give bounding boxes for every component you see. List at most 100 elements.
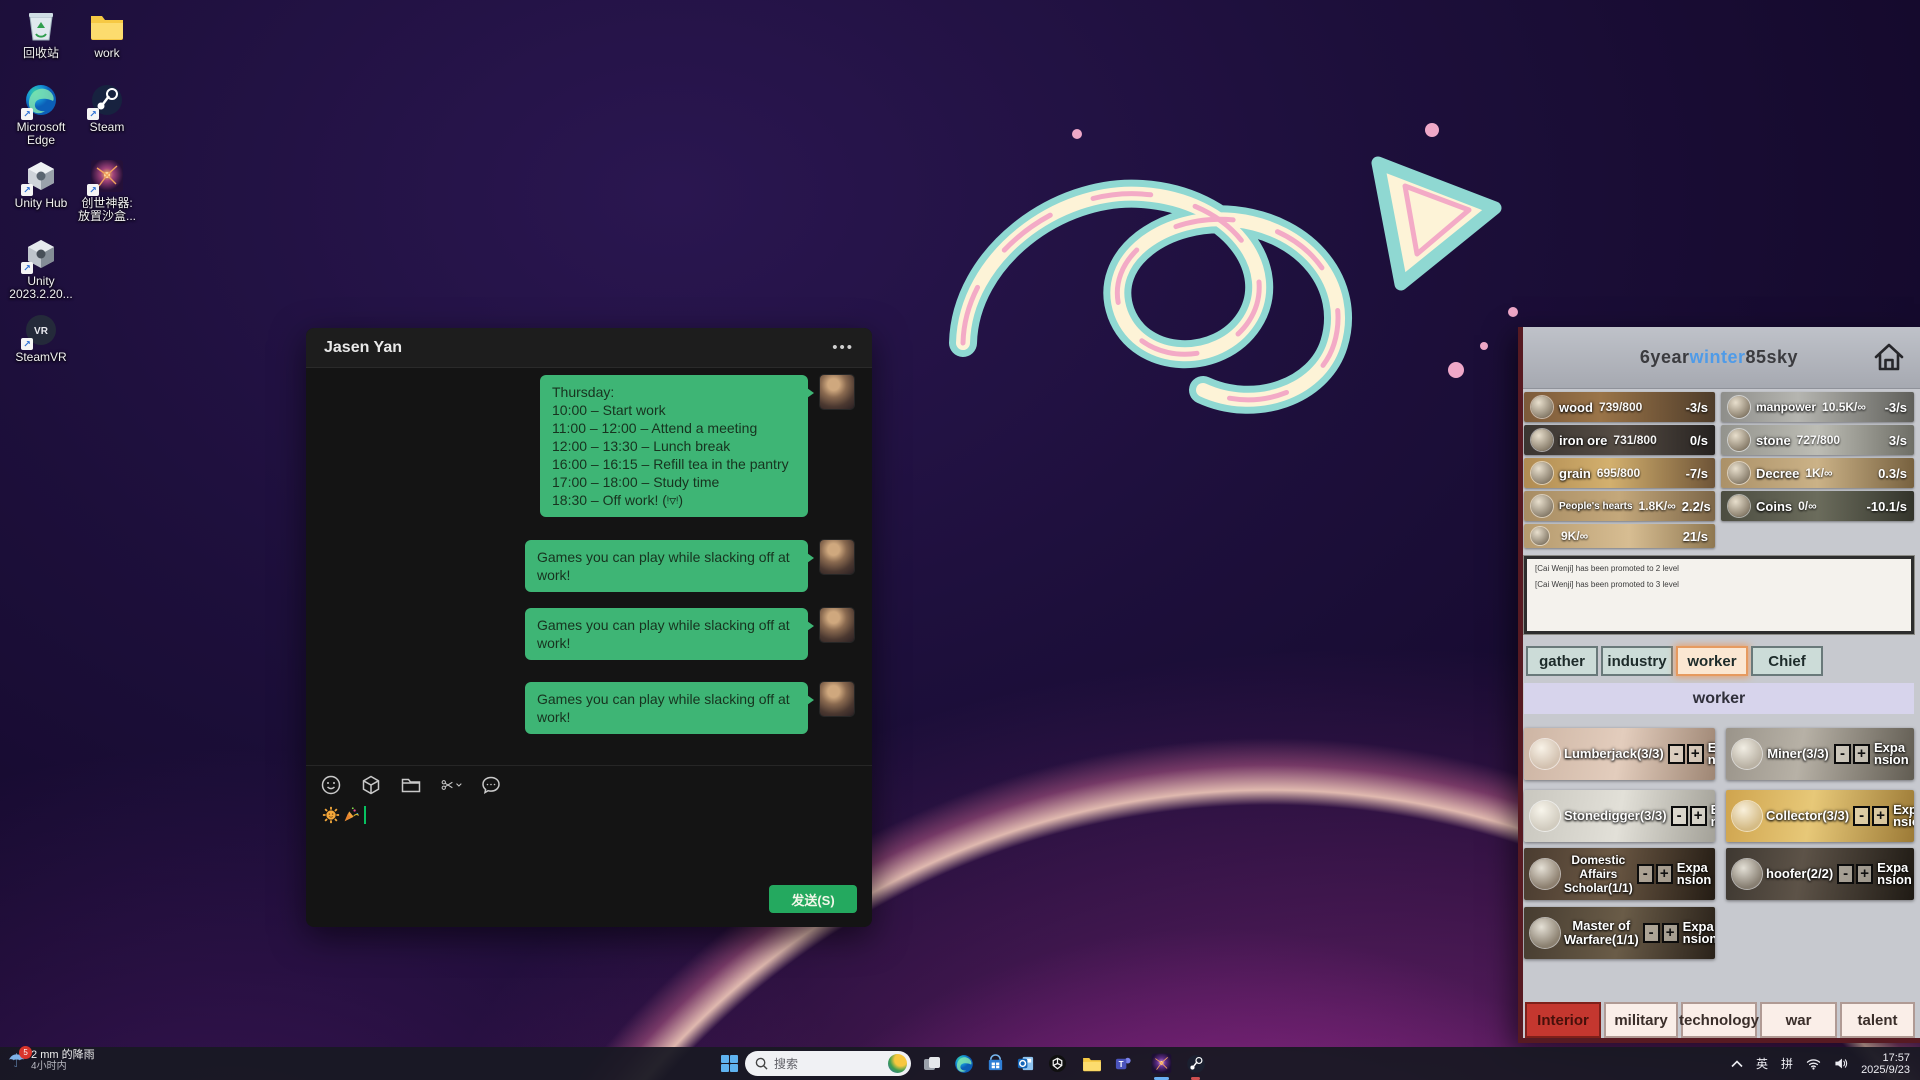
- chevron-up-icon[interactable]: [1731, 1060, 1743, 1068]
- tab-talent[interactable]: talent: [1840, 1002, 1915, 1038]
- desktop-icon-edge[interactable]: ↗ Microsoft Edge: [8, 82, 74, 147]
- search-box[interactable]: [745, 1051, 911, 1076]
- wifi-icon[interactable]: [1806, 1058, 1821, 1070]
- desktop-icon-recycle-bin[interactable]: 回收站: [8, 8, 74, 60]
- decrease-button[interactable]: -: [1668, 744, 1685, 764]
- store-icon[interactable]: [982, 1050, 1009, 1077]
- tab-industry[interactable]: industry: [1601, 646, 1673, 676]
- worker-name: hoofer(2/2): [1766, 867, 1833, 881]
- language-indicator-en[interactable]: 英: [1756, 1055, 1768, 1072]
- folder-icon[interactable]: [400, 774, 422, 796]
- file-explorer-icon[interactable]: [1078, 1050, 1105, 1077]
- resource-name: iron ore: [1559, 433, 1607, 448]
- tab-chief[interactable]: Chief: [1751, 646, 1823, 676]
- desktop-icon-steamvr[interactable]: VR ↗ SteamVR: [8, 312, 74, 364]
- increase-button[interactable]: +: [1690, 806, 1707, 826]
- desktop-icon-genesis-game[interactable]: ↗ 创世神器: 放置沙盒...: [74, 158, 140, 223]
- worker-card-domestic-affairs-scholar[interactable]: Domestic Affairs Scholar(1/1) - + Expans…: [1524, 848, 1715, 900]
- increase-button[interactable]: +: [1662, 923, 1679, 943]
- start-icon[interactable]: [716, 1050, 743, 1077]
- resource-wood: wood 739/800 -3/s: [1524, 392, 1715, 422]
- tab-interior[interactable]: Interior: [1525, 1002, 1601, 1038]
- worker-card-master-of-warfare[interactable]: Master of Warfare(1/1) - + Expansion: [1524, 907, 1715, 959]
- worker-card-collector[interactable]: Collector(3/3) - + Expansion: [1726, 790, 1914, 842]
- message-line: Games you can play while slacking off at…: [537, 616, 796, 652]
- avatar[interactable]: [820, 540, 854, 574]
- decrease-button[interactable]: -: [1853, 806, 1870, 826]
- tab-worker[interactable]: worker: [1676, 646, 1748, 676]
- desktop-icon-label: Unity 2023.2.20...: [8, 275, 74, 301]
- outlook-icon[interactable]: [1012, 1050, 1039, 1077]
- increase-button[interactable]: +: [1656, 864, 1673, 884]
- resource-name: grain: [1559, 466, 1591, 481]
- edge-icon[interactable]: [950, 1050, 977, 1077]
- svg-text:T: T: [1119, 1060, 1124, 1069]
- resource-icon: [1531, 527, 1549, 545]
- desktop-icon-unity-hub[interactable]: ↗ Unity Hub: [8, 158, 74, 210]
- resource-name: wood: [1559, 400, 1593, 415]
- decrease-button[interactable]: -: [1834, 744, 1851, 764]
- resource-value: 1.8K/∞: [1639, 499, 1676, 513]
- steam-icon[interactable]: [1182, 1050, 1209, 1077]
- increase-button[interactable]: +: [1687, 744, 1704, 764]
- avatar[interactable]: [820, 682, 854, 716]
- weather-widget[interactable]: ☂5 2 mm 的降雨 4小时内: [8, 1049, 95, 1073]
- avatar[interactable]: [820, 375, 854, 409]
- decrease-button[interactable]: -: [1637, 864, 1654, 884]
- decrease-button[interactable]: -: [1671, 806, 1688, 826]
- emoji-icon[interactable]: [320, 774, 342, 796]
- resource-decree: Decree 1K/∞ 0.3/s: [1721, 458, 1914, 488]
- chatgpt-icon[interactable]: [1044, 1050, 1071, 1077]
- expansion-button[interactable]: Expansion: [1677, 862, 1713, 886]
- game-icon[interactable]: [1148, 1050, 1175, 1077]
- worker-card-hoofer[interactable]: hoofer(2/2) - + Expansion: [1726, 848, 1914, 900]
- message-input[interactable]: 🌞🎉: [322, 806, 366, 824]
- decrease-button[interactable]: -: [1643, 923, 1660, 943]
- screenshot-icon[interactable]: [440, 774, 462, 796]
- increase-button[interactable]: +: [1856, 864, 1873, 884]
- resource-value: 695/800: [1597, 466, 1640, 480]
- game-title: 6yearwinter85sky: [1640, 347, 1798, 368]
- chat-title: Jasen Yan: [324, 339, 402, 357]
- home-icon[interactable]: [1872, 341, 1906, 373]
- expansion-button[interactable]: Expansion: [1893, 804, 1914, 828]
- chat-more-menu-icon[interactable]: •••: [832, 339, 854, 356]
- tab-gather[interactable]: gather: [1526, 646, 1598, 676]
- teams-icon[interactable]: T: [1110, 1050, 1137, 1077]
- clock[interactable]: 17:57 2025/9/23: [1861, 1052, 1910, 1076]
- expansion-button[interactable]: Expansion: [1711, 804, 1715, 828]
- worker-card-miner[interactable]: Miner(3/3) - + Expansion: [1726, 728, 1914, 780]
- time: 17:57: [1861, 1052, 1910, 1064]
- system-tray: 英 拼 17:57 2025/9/23: [1731, 1047, 1916, 1080]
- tab-war[interactable]: war: [1760, 1002, 1837, 1038]
- worker-card-stonedigger[interactable]: Stonedigger(3/3) - + Expansion: [1524, 790, 1715, 842]
- steamvr-icon: VR ↗: [23, 312, 59, 348]
- worker-section-title: worker: [1524, 683, 1914, 714]
- worker-portrait: [1530, 859, 1560, 889]
- desktop-icon-work-folder[interactable]: work: [74, 8, 140, 60]
- desktop-icon-steam[interactable]: ↗ Steam: [74, 82, 140, 134]
- search-input[interactable]: [774, 1057, 866, 1071]
- speaker-icon[interactable]: [1834, 1057, 1848, 1070]
- resource-rate: 0/s: [1690, 433, 1708, 448]
- chat-history-icon[interactable]: [480, 774, 502, 796]
- expansion-button[interactable]: Expansion: [1877, 862, 1913, 886]
- tab-technology[interactable]: technology: [1681, 1002, 1757, 1038]
- worker-name: Master of Warfare(1/1): [1564, 919, 1639, 947]
- expansion-button[interactable]: Expansion: [1708, 742, 1715, 766]
- expansion-button[interactable]: Expansion: [1683, 921, 1715, 945]
- send-button[interactable]: 发送(S): [769, 885, 857, 913]
- tab-military[interactable]: military: [1604, 1002, 1678, 1038]
- increase-button[interactable]: +: [1853, 744, 1870, 764]
- chat-toolbar: [320, 774, 502, 796]
- task-view-icon[interactable]: [918, 1050, 945, 1077]
- desktop-icon-unity[interactable]: ↗ Unity 2023.2.20...: [8, 236, 74, 301]
- decrease-button[interactable]: -: [1837, 864, 1854, 884]
- worker-name: Stonedigger(3/3): [1564, 809, 1667, 823]
- avatar[interactable]: [820, 608, 854, 642]
- worker-card-lumberjack[interactable]: Lumberjack(3/3) - + Expansion: [1524, 728, 1715, 780]
- language-indicator-pinyin[interactable]: 拼: [1781, 1055, 1793, 1072]
- increase-button[interactable]: +: [1872, 806, 1889, 826]
- expansion-button[interactable]: Expansion: [1874, 742, 1910, 766]
- file-transfer-icon[interactable]: [360, 774, 382, 796]
